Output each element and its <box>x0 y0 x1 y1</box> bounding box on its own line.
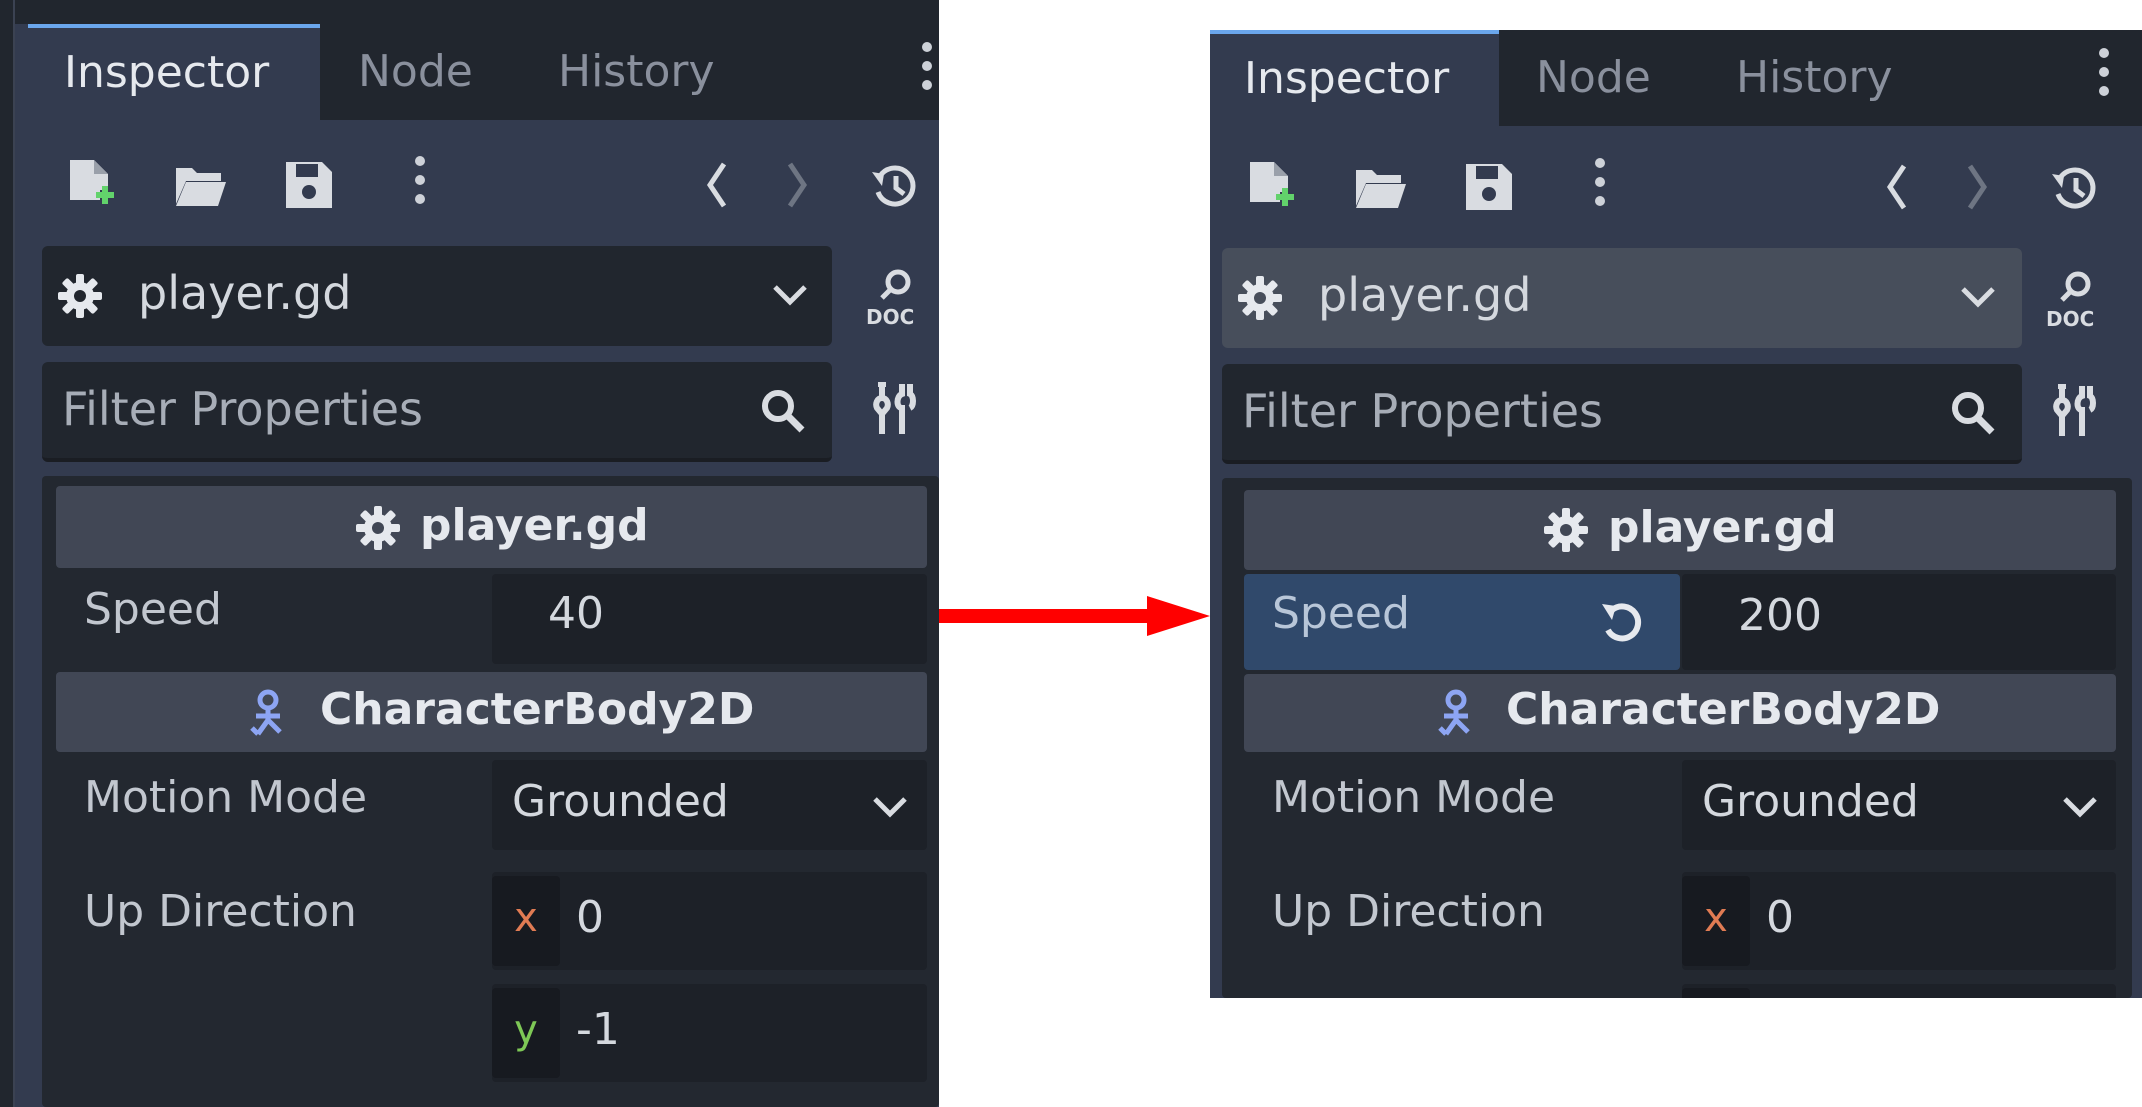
doc-label: DOC <box>2046 307 2094 328</box>
speed-value[interactable]: 200 <box>1738 590 1822 641</box>
up-direction-label: Up Direction <box>1272 886 1545 937</box>
filter-properties-field[interactable]: Filter Properties <box>42 362 832 462</box>
chevron-down-icon <box>1960 284 1996 310</box>
filter-properties-input[interactable]: Filter Properties <box>1242 384 1603 438</box>
new-resource-icon[interactable] <box>66 158 116 212</box>
class-section-header[interactable]: CharacterBody2D <box>56 672 927 752</box>
filter-properties-field[interactable]: Filter Properties <box>1222 364 2022 464</box>
inspector-panel-before: Inspector Node History player.gd DOC Fil… <box>0 0 939 1107</box>
gear-icon <box>58 274 102 318</box>
dock-tab-bar: Inspector Node History <box>28 24 939 120</box>
dock-tab-bar: Inspector Node History <box>1210 30 2142 126</box>
gear-icon <box>1238 276 1282 320</box>
x-axis-label: x <box>1682 876 1750 966</box>
doc-search-icon[interactable]: DOC <box>864 268 920 326</box>
property-tools-icon[interactable] <box>2052 384 2096 438</box>
speed-label: Speed <box>84 584 222 635</box>
script-selector[interactable]: player.gd <box>42 246 832 346</box>
doc-label: DOC <box>866 305 914 326</box>
class-section-header[interactable]: CharacterBody2D <box>1244 674 2116 752</box>
recent-history-icon[interactable] <box>2050 164 2100 214</box>
up-direction-x-value[interactable]: 0 <box>1766 892 1794 943</box>
script-selector-label: player.gd <box>138 266 352 320</box>
chevron-down-icon <box>2062 794 2098 820</box>
dock-left-edge <box>0 0 15 1107</box>
filter-properties-input[interactable]: Filter Properties <box>62 382 423 436</box>
y-axis-box <box>1682 988 1750 998</box>
script-section-label: player.gd <box>420 500 649 551</box>
chevron-down-icon <box>872 794 908 820</box>
gear-icon <box>356 506 400 550</box>
inspector-panel-after: Inspector Node History player.gd DOC Fil… <box>1210 30 2142 998</box>
tab-history[interactable]: History <box>558 24 715 120</box>
speed-label: Speed <box>1272 588 1410 639</box>
character-body-icon <box>1430 688 1480 738</box>
motion-mode-dropdown[interactable]: Grounded <box>492 760 927 850</box>
search-icon <box>758 386 806 434</box>
recent-history-icon[interactable] <box>870 162 920 212</box>
search-icon <box>1948 388 1996 436</box>
chevron-down-icon <box>772 282 808 308</box>
transition-arrow <box>939 596 1210 636</box>
speed-field[interactable]: 200 <box>1682 574 2116 670</box>
history-forward-icon <box>786 160 810 210</box>
property-tools-icon[interactable] <box>872 382 916 436</box>
new-resource-icon[interactable] <box>1246 160 1296 214</box>
y-axis-label: y <box>492 988 560 1078</box>
up-direction-label: Up Direction <box>84 886 357 937</box>
save-icon[interactable] <box>284 160 334 210</box>
doc-search-icon[interactable]: DOC <box>2044 270 2100 328</box>
speed-value[interactable]: 40 <box>548 588 604 639</box>
dock-menu-icon[interactable] <box>2098 48 2110 108</box>
up-direction-x-field[interactable]: x 0 <box>1682 872 2116 970</box>
character-body-icon <box>242 688 292 738</box>
class-section-label: CharacterBody2D <box>320 684 755 735</box>
up-direction-y-field[interactable]: y -1 <box>492 984 927 1082</box>
motion-mode-label: Motion Mode <box>1272 772 1556 823</box>
motion-mode-label: Motion Mode <box>84 772 368 823</box>
script-section-label: player.gd <box>1608 502 1837 553</box>
tab-history[interactable]: History <box>1736 30 1893 126</box>
up-direction-x-field[interactable]: x 0 <box>492 872 927 970</box>
open-folder-icon[interactable] <box>1354 164 1408 210</box>
tab-node[interactable]: Node <box>358 24 473 120</box>
class-section-label: CharacterBody2D <box>1506 684 1941 735</box>
property-list: player.gd Speed 200 CharacterBody2D Moti… <box>1222 478 2132 998</box>
up-direction-y-field[interactable] <box>1682 984 2116 998</box>
open-folder-icon[interactable] <box>174 162 228 208</box>
script-section-header[interactable]: player.gd <box>1244 490 2116 570</box>
x-axis-label: x <box>492 876 560 966</box>
tab-inspector[interactable]: Inspector <box>1210 30 1499 126</box>
motion-mode-value: Grounded <box>1702 776 1919 827</box>
script-selector-label: player.gd <box>1318 268 1532 322</box>
history-forward-icon <box>1966 162 1990 212</box>
history-back-icon[interactable] <box>1884 162 1908 212</box>
script-section-header[interactable]: player.gd <box>56 486 927 568</box>
window-top-strip <box>0 0 939 24</box>
motion-mode-dropdown[interactable]: Grounded <box>1682 760 2116 850</box>
save-icon[interactable] <box>1464 162 1514 212</box>
dock-menu-icon[interactable] <box>921 42 933 102</box>
more-options-icon[interactable] <box>1594 158 1606 218</box>
motion-mode-value: Grounded <box>512 776 729 827</box>
history-back-icon[interactable] <box>704 160 728 210</box>
up-direction-y-value[interactable]: -1 <box>576 1004 620 1055</box>
tab-node[interactable]: Node <box>1536 30 1651 126</box>
gear-icon <box>1544 508 1588 552</box>
property-list: player.gd Speed 40 CharacterBody2D Motio… <box>42 476 939 1107</box>
script-selector[interactable]: player.gd <box>1222 248 2022 348</box>
up-direction-x-value[interactable]: 0 <box>576 892 604 943</box>
speed-field[interactable]: 40 <box>492 574 927 664</box>
more-options-icon[interactable] <box>414 156 426 216</box>
revert-icon[interactable] <box>1598 598 1648 648</box>
tab-inspector[interactable]: Inspector <box>28 24 320 120</box>
